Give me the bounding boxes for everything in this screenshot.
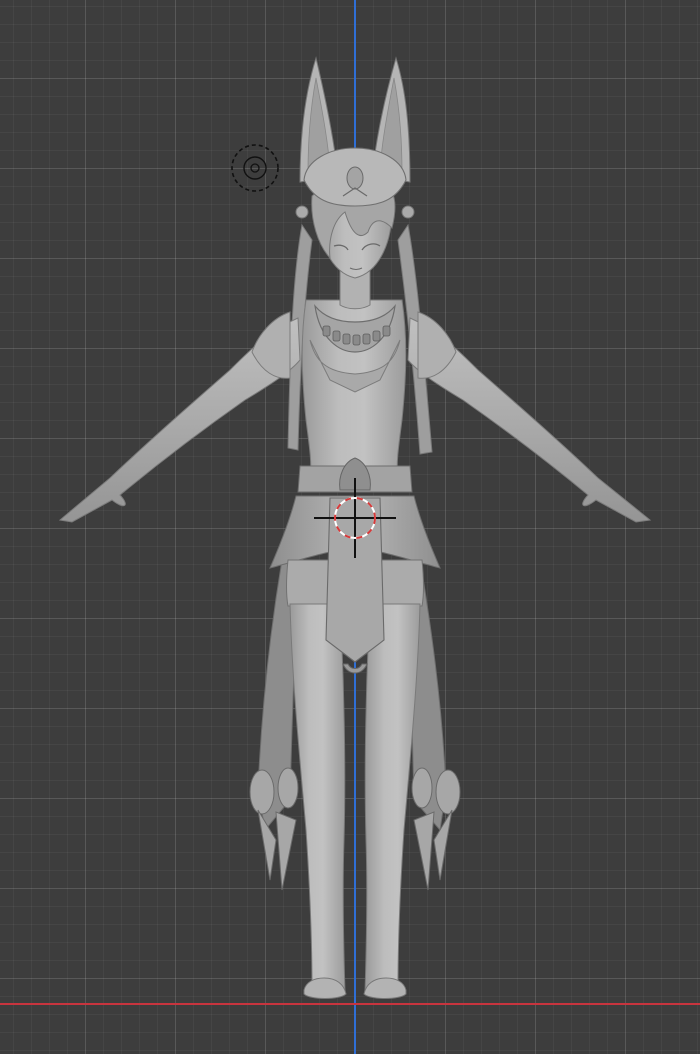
light-point-icon[interactable] [231,144,279,192]
tail-ornament-right [411,767,461,891]
tail-ornament-left [249,767,299,891]
headpiece-jewel [346,166,364,190]
leg-right [364,603,421,998]
headpiece-orb-left [295,205,309,219]
viewport-scene[interactable] [0,0,700,1054]
3d-viewport[interactable] [0,0,700,1054]
headpiece-orb-right [401,205,415,219]
leg-left [289,603,346,998]
